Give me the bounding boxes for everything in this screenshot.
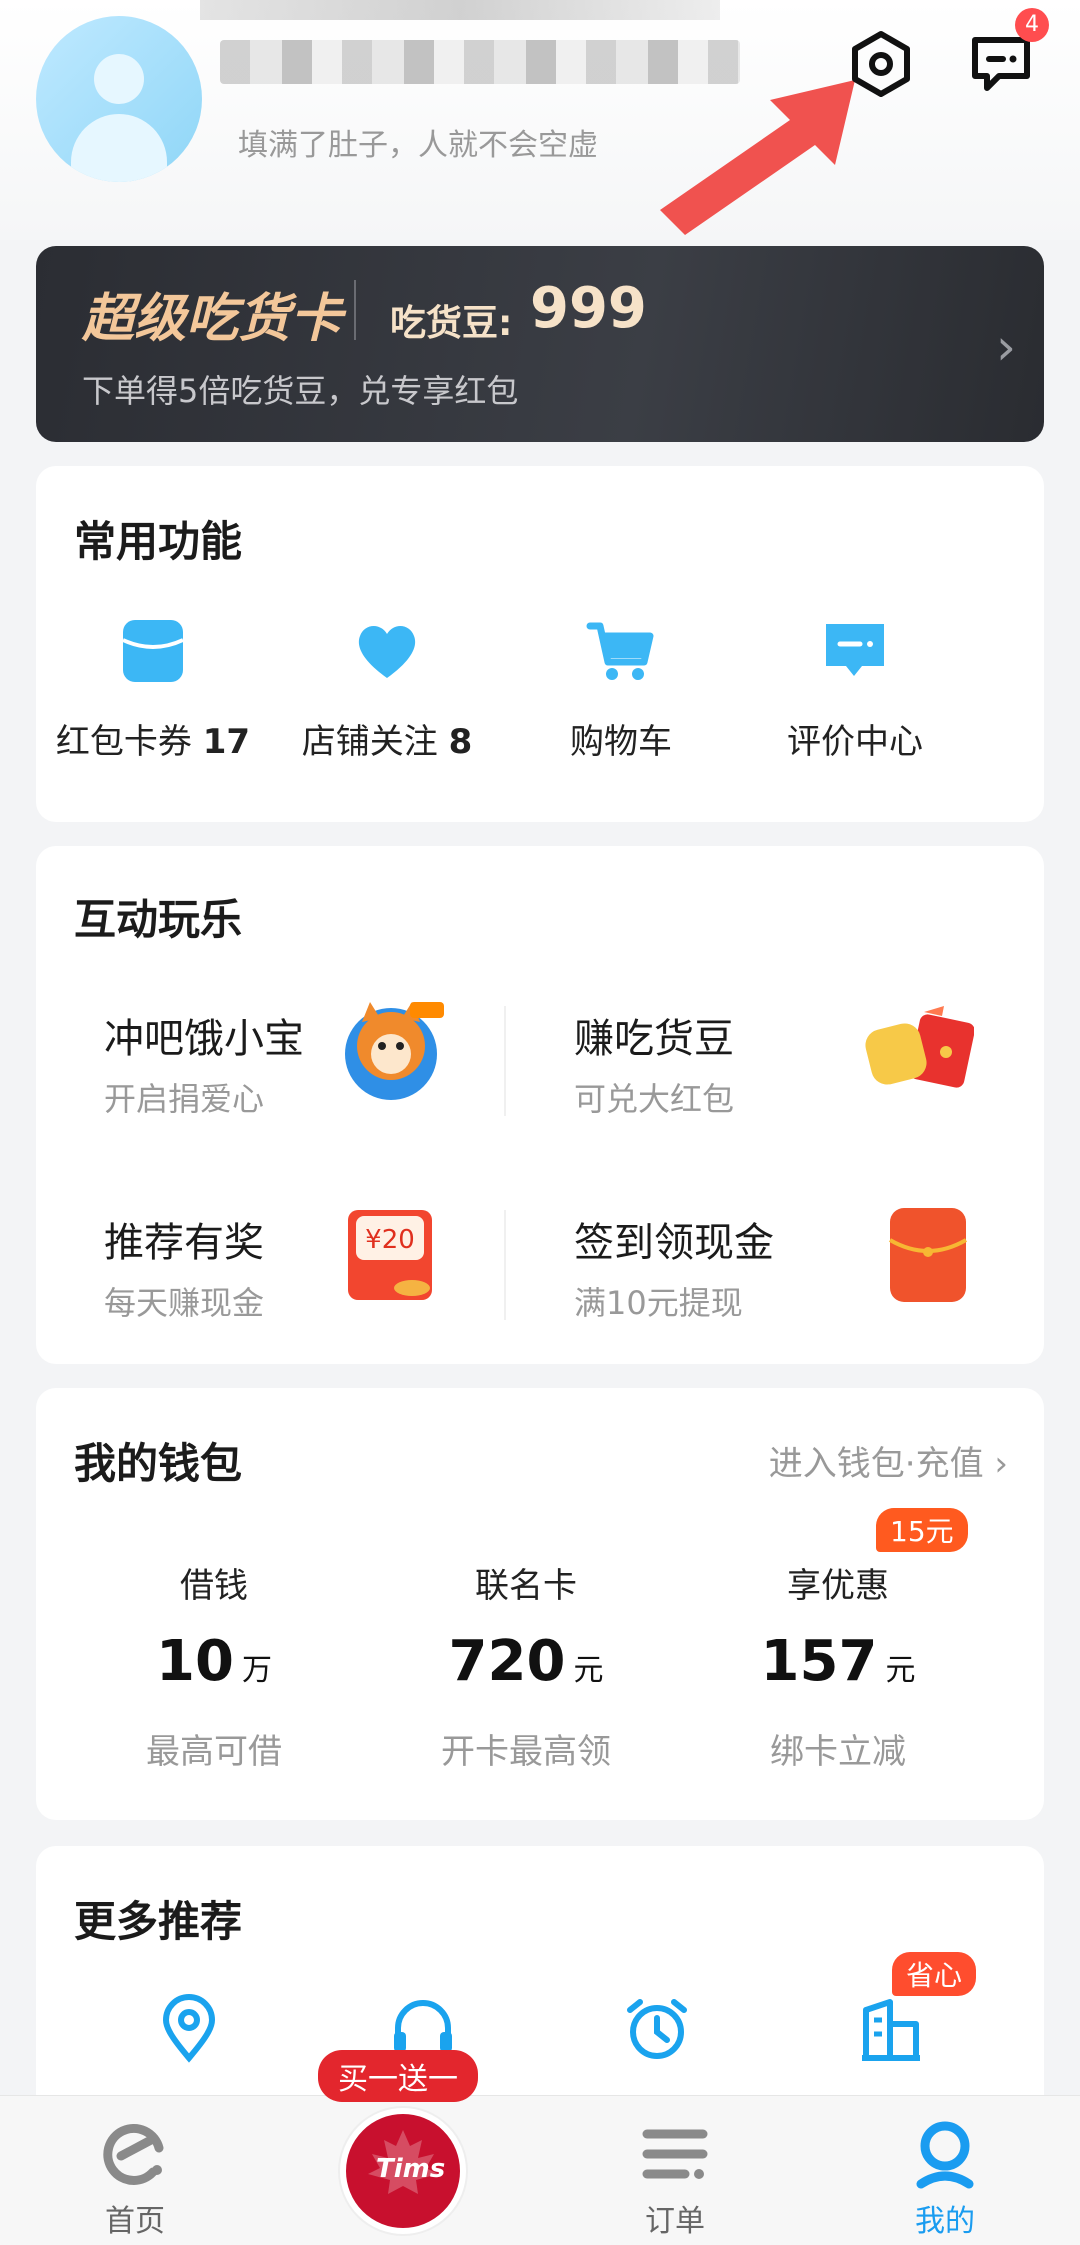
wallet-item-foot: 绑卡立减 [770,1732,906,1772]
func-reviews[interactable]: 评价中心 [738,616,972,763]
fun-item-subtitle: 可兑大红包 [574,1080,735,1118]
func-label: 红包卡券 [55,722,192,762]
message-badge: 4 [1015,8,1049,42]
beans-redpacket-icon [865,1006,974,1088]
fun-item-referral[interactable]: 推荐有奖 每天赚现金 ¥20 [36,1210,496,1350]
func-label: 购物车 [570,722,672,762]
wallet-card: 我的钱包 进入钱包·充值 › 15元 借钱 10 万 最高可借 联名卡 720 元 … [36,1388,1044,1820]
bottom-tabbar: 首页 订单 我的 [0,2095,1080,2245]
wallet-item-cobrand-card[interactable]: 联名卡 720 元 开卡最高领 [376,1558,676,1773]
vip-card[interactable]: 超级吃货卡 吃货豆: 999 下单得5倍吃货豆，兑专享红包 › [36,246,1044,442]
vip-divider [354,280,356,340]
tab-mine[interactable]: 我的 [810,2096,1080,2245]
wallet-item-unit: 万 [241,1653,272,1688]
tab-home[interactable]: 首页 [0,2096,270,2245]
vip-subtitle: 下单得5倍吃货豆，兑专享红包 [82,372,519,410]
mascot-icon [345,1002,444,1100]
wallet-item-head: 借钱 [180,1566,248,1606]
wallet-item-foot: 最高可借 [146,1732,282,1772]
fun-item-title: 签到领现金 [574,1220,774,1266]
cash-reward-icon: ¥20 [348,1210,432,1300]
fun-item-checkin[interactable]: 签到领现金 满10元提现 [506,1208,968,1350]
avatar[interactable] [36,16,202,182]
wallet-item-value: 10 [156,1629,234,1694]
func-count: 8 [448,722,473,762]
settings-icon[interactable] [845,28,917,100]
user-icon [916,2121,974,2189]
more-title: 更多推荐 [74,1897,243,1946]
cash-reward-amount: ¥20 [365,1225,415,1255]
wallet-item-value: 720 [448,1629,566,1694]
wallet-promo-tag: 15元 [876,1508,968,1552]
interactive-fun-card: 互动玩乐 冲吧饿小宝 开启捐爱心 赚吃货豆 可兑大红包 推荐有奖 每天赚现金 ¥… [36,846,1044,1364]
wallet-item-foot: 开卡最高领 [441,1732,611,1772]
fun-item-earn-beans[interactable]: 赚吃货豆 可兑大红包 [506,1006,974,1146]
vip-title: 超级吃货卡 [82,289,343,349]
wallet-item-unit: 元 [885,1653,916,1688]
wallet-item-discount[interactable]: 享优惠 157 元 绑卡立减 [688,1558,988,1773]
fun-item-title: 冲吧饿小宝 [104,1016,304,1062]
heart-icon [358,625,416,678]
alarm-icon[interactable] [622,1994,692,2064]
fun-item-charity[interactable]: 冲吧饿小宝 开启捐爱心 [36,1002,496,1146]
wallet-item-head: 联名卡 [475,1566,577,1606]
location-icon[interactable] [154,1994,224,2064]
func-count: 17 [202,722,251,762]
wallet-link-label: 进入钱包·充值 [768,1444,984,1484]
fun-title: 互动玩乐 [74,895,243,944]
common-title: 常用功能 [74,517,243,566]
wallet-title: 我的钱包 [74,1439,243,1488]
tab-orders[interactable]: 订单 [540,2096,810,2245]
func-label: 评价中心 [787,722,923,762]
annotation-arrow [660,80,855,235]
vip-beans-value: 999 [530,276,647,341]
vip-beans-label: 吃货豆: [390,303,513,344]
fun-item-subtitle: 开启捐爱心 [104,1080,265,1118]
tims-promo-label: 买一送一 [318,2050,478,2102]
tab-label: 订单 [645,2204,705,2239]
common-functions-card: 常用功能 红包卡券 17 店铺关注 8 购物车 评价中心 [36,466,1044,822]
red-envelope-icon [888,1208,968,1302]
wallet-item-value: 157 [760,1629,878,1694]
tims-promo-button[interactable]: Tims [340,2108,466,2234]
chevron-right-icon: › [994,1444,1008,1484]
coupon-icon [122,620,184,682]
tims-label: Tims [376,2154,446,2184]
more-tag: 省心 [892,1952,977,1996]
fun-item-subtitle: 满10元提现 [574,1284,743,1322]
func-cart[interactable]: 购物车 [504,616,738,763]
func-followed-shops[interactable]: 店铺关注 8 [270,616,504,763]
cart-icon [586,622,654,680]
wallet-item-loan[interactable]: 借钱 10 万 最高可借 [64,1558,364,1773]
orders-list-icon [642,2129,708,2179]
fun-item-subtitle: 每天赚现金 [104,1284,265,1322]
username-blurred-top [200,0,720,20]
tab-label: 首页 [105,2204,165,2239]
profile-motto: 填满了肚子，人就不会空虚 [238,128,598,163]
func-label: 店铺关注 [301,722,438,762]
review-icon [826,624,884,676]
building-icon[interactable] [856,1994,926,2064]
fun-item-title: 赚吃货豆 [574,1016,734,1062]
home-e-icon [103,2123,164,2185]
chevron-right-icon: › [996,318,1016,376]
wallet-link[interactable]: 进入钱包·充值 › [769,1436,1008,1485]
wallet-item-unit: 元 [573,1653,604,1688]
fun-item-title: 推荐有奖 [104,1220,264,1266]
func-coupons[interactable]: 红包卡券 17 [36,616,270,763]
tab-label: 我的 [915,2204,975,2239]
wallet-item-head: 享优惠 [787,1566,889,1606]
